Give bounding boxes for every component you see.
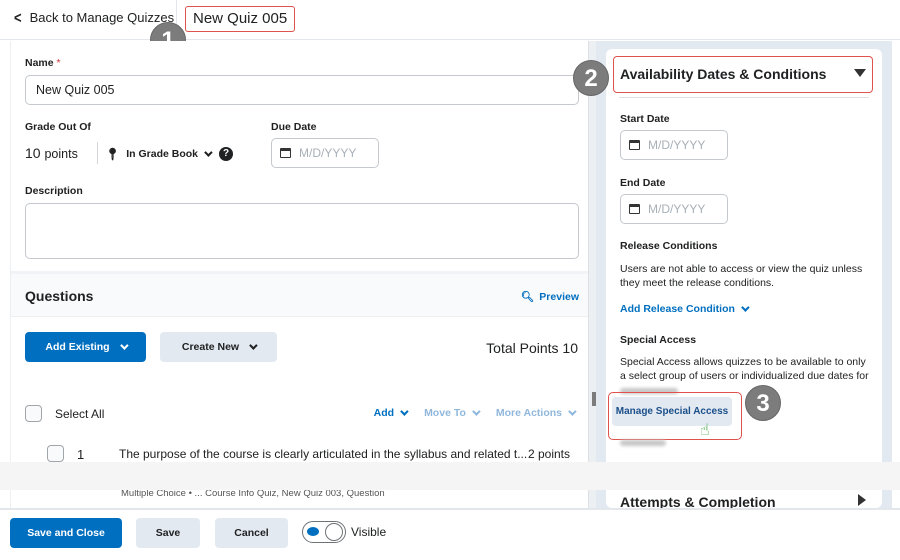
hand-pointer-icon: ☝︎ bbox=[700, 422, 710, 439]
more-actions-action[interactable]: More Actions bbox=[495, 407, 577, 419]
more-actions-label: More Actions bbox=[495, 407, 562, 419]
description-label: Description bbox=[25, 185, 83, 197]
caret-right-icon[interactable] bbox=[858, 494, 866, 506]
preview-button[interactable]: 🔍︎ Preview bbox=[520, 290, 579, 304]
cancel-button[interactable]: Cancel bbox=[215, 518, 288, 548]
end-date-placeholder: M/D/YYYY bbox=[648, 202, 706, 216]
grade-points[interactable]: 10 points bbox=[25, 145, 78, 161]
grade-book-dropdown[interactable]: 📍︎ In Grade Book bbox=[105, 147, 213, 161]
release-conditions-label: Release Conditions bbox=[620, 240, 718, 252]
release-conditions-text: Users are not able to access or view the… bbox=[620, 263, 863, 289]
special-access-label: Special Access bbox=[620, 334, 697, 346]
eye-icon bbox=[307, 527, 319, 536]
back-link-label: Back to Manage Quizzes bbox=[29, 10, 175, 25]
quiz-editor-main: Name * New Quiz 005 Grade Out Of 10 poin… bbox=[10, 41, 589, 508]
due-date-label: Due Date bbox=[271, 121, 317, 133]
panel-splitter[interactable] bbox=[588, 41, 596, 508]
add-release-condition-label: Add Release Condition bbox=[620, 303, 735, 315]
grade-unit: points bbox=[44, 147, 78, 161]
grade-divider bbox=[97, 142, 98, 164]
required-marker: * bbox=[56, 57, 61, 69]
special-access-text: Special Access allows quizzes to be avai… bbox=[620, 356, 869, 382]
name-label: Name * bbox=[25, 57, 61, 69]
name-input[interactable]: New Quiz 005 bbox=[25, 75, 579, 105]
grade-out-of-label: Grade Out Of bbox=[25, 121, 91, 133]
availability-section-toggle[interactable]: Availability Dates & Conditions bbox=[613, 56, 873, 93]
question-text[interactable]: The purpose of the course is clearly art… bbox=[119, 447, 527, 461]
visible-label: Visible bbox=[351, 525, 387, 539]
save-button[interactable]: Save bbox=[136, 518, 200, 548]
section-divider bbox=[619, 97, 869, 98]
add-existing-button[interactable]: Add Existing bbox=[25, 332, 146, 362]
end-date-input[interactable]: M/D/YYYY bbox=[620, 194, 728, 224]
toggle-knob bbox=[325, 523, 343, 541]
chevron-down-icon bbox=[568, 407, 577, 416]
move-to-action[interactable]: Move To bbox=[424, 407, 481, 419]
visibility-toggle[interactable] bbox=[302, 521, 346, 543]
grade-value: 10 bbox=[25, 145, 41, 161]
back-to-manage-quizzes-link[interactable]: < Back to Manage Quizzes bbox=[14, 8, 175, 27]
due-date-placeholder: M/D/YYYY bbox=[299, 146, 357, 160]
caret-down-icon bbox=[854, 69, 866, 77]
due-date-input[interactable]: M/D/YYYY bbox=[271, 138, 379, 168]
quiz-title: New Quiz 005 bbox=[185, 6, 296, 32]
calendar-icon bbox=[280, 148, 291, 158]
select-all-checkbox[interactable] bbox=[25, 405, 42, 422]
chevron-down-icon bbox=[400, 407, 409, 416]
question-number: 1 bbox=[77, 447, 85, 462]
chevron-down-icon bbox=[249, 341, 258, 350]
manage-special-access-button[interactable]: Manage Special Access bbox=[612, 397, 732, 426]
questions-title: Questions bbox=[25, 288, 94, 304]
question-points: 2 points bbox=[527, 447, 570, 461]
torn-edge-overlay bbox=[0, 462, 900, 490]
preview-label: Preview bbox=[539, 290, 579, 303]
callout-badge-2: 2 bbox=[573, 60, 609, 96]
questions-header: Questions 🔍︎ Preview bbox=[11, 271, 589, 317]
add-release-condition-button[interactable]: Add Release Condition bbox=[620, 303, 750, 315]
name-label-text: Name bbox=[25, 57, 54, 69]
description-input[interactable] bbox=[25, 203, 579, 259]
preview-icon: 🔍︎ bbox=[520, 291, 535, 303]
calendar-icon bbox=[629, 140, 640, 150]
total-points: Total Points 10 bbox=[486, 340, 578, 356]
footer-bar bbox=[0, 508, 900, 560]
question-checkbox[interactable] bbox=[47, 445, 64, 462]
start-date-label: Start Date bbox=[620, 113, 670, 125]
add-action[interactable]: Add bbox=[373, 407, 409, 419]
question-actions: Add Move To More Actions bbox=[373, 407, 577, 419]
start-date-placeholder: M/D/YYYY bbox=[648, 138, 706, 152]
blurred-text bbox=[620, 440, 666, 446]
callout-badge-3: 3 bbox=[745, 385, 781, 421]
move-to-label: Move To bbox=[424, 407, 466, 419]
calendar-icon bbox=[629, 204, 640, 214]
chevron-down-icon bbox=[472, 407, 481, 416]
add-existing-label: Add Existing bbox=[45, 341, 110, 353]
create-new-button[interactable]: Create New bbox=[160, 332, 277, 362]
chevron-down-icon bbox=[119, 341, 129, 350]
chevron-down-icon bbox=[204, 148, 213, 157]
grade-book-label: In Grade Book bbox=[126, 148, 198, 160]
add-action-label: Add bbox=[373, 407, 395, 419]
select-all-label[interactable]: Select All bbox=[55, 407, 104, 421]
create-new-label: Create New bbox=[181, 341, 240, 353]
pin-icon: 📍︎ bbox=[105, 147, 121, 161]
end-date-label: End Date bbox=[620, 177, 666, 189]
availability-title: Availability Dates & Conditions bbox=[620, 66, 827, 82]
chevron-left-icon: < bbox=[14, 8, 22, 27]
start-date-input[interactable]: M/D/YYYY bbox=[620, 130, 728, 160]
top-bar: < Back to Manage Quizzes New Quiz 005 bbox=[0, 0, 900, 40]
help-icon[interactable]: ? bbox=[219, 147, 233, 161]
save-and-close-button[interactable]: Save and Close bbox=[10, 518, 122, 548]
